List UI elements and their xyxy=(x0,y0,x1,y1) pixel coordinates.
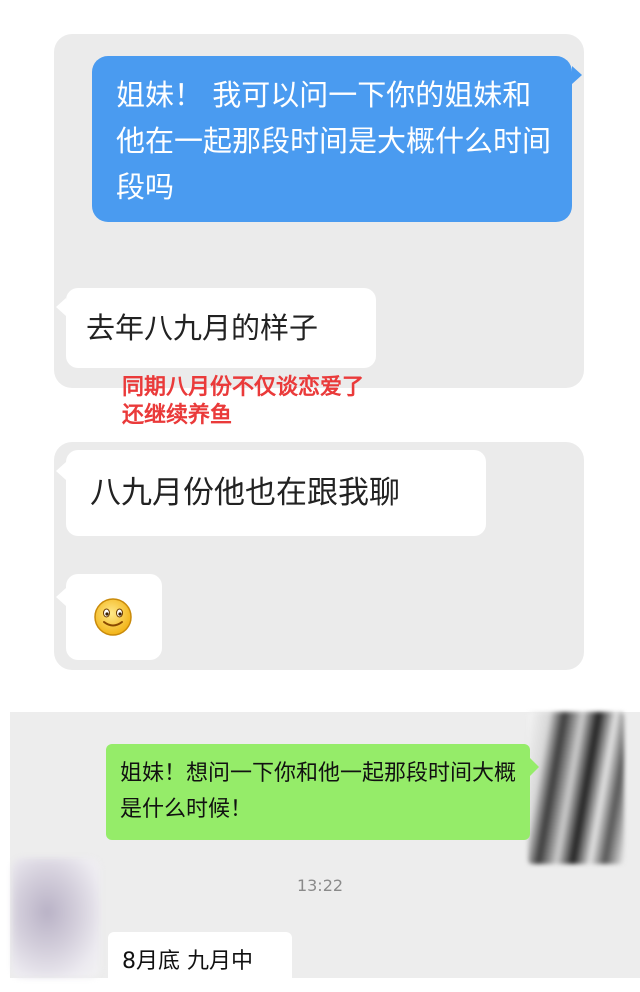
bubble-tail xyxy=(56,588,66,606)
emoji-message-bubble[interactable] xyxy=(66,574,162,660)
avatar[interactable] xyxy=(528,712,624,864)
received-message-text: 八九月份他也在跟我聊 xyxy=(90,475,400,511)
message-timestamp: 13:22 xyxy=(296,876,344,895)
received-message-bubble[interactable]: 8月底 九月中 xyxy=(108,932,292,992)
sent-message-text: 姐妹！ 我可以问一下你的姐妹和他在一起那段时间是大概什么时间段吗 xyxy=(116,78,552,204)
bubble-tail xyxy=(572,66,582,84)
sent-message-bubble[interactable]: 姐妹！ 我可以问一下你的姐妹和他在一起那段时间是大概什么时间段吗 xyxy=(92,56,572,222)
smile-emoji-icon xyxy=(94,598,132,636)
bubble-tail xyxy=(56,298,66,316)
received-message-bubble[interactable]: 去年八九月的样子 xyxy=(66,288,376,368)
sent-message-bubble[interactable]: 姐妹！想问一下你和他一起那段时间大概是什么时候！ xyxy=(106,744,530,840)
received-message-text: 8月底 九月中 xyxy=(122,949,253,974)
received-message-text: 去年八九月的样子 xyxy=(86,311,319,345)
avatar[interactable] xyxy=(12,858,100,978)
bubble-tail xyxy=(530,758,539,776)
received-message-bubble[interactable]: 八九月份他也在跟我聊 xyxy=(66,450,486,536)
sent-message-text: 姐妹！想问一下你和他一起那段时间大概是什么时候！ xyxy=(120,761,517,822)
red-annotation: 同期八月份不仅谈恋爱了 还继续养鱼 xyxy=(122,375,365,428)
bubble-tail xyxy=(56,462,66,480)
